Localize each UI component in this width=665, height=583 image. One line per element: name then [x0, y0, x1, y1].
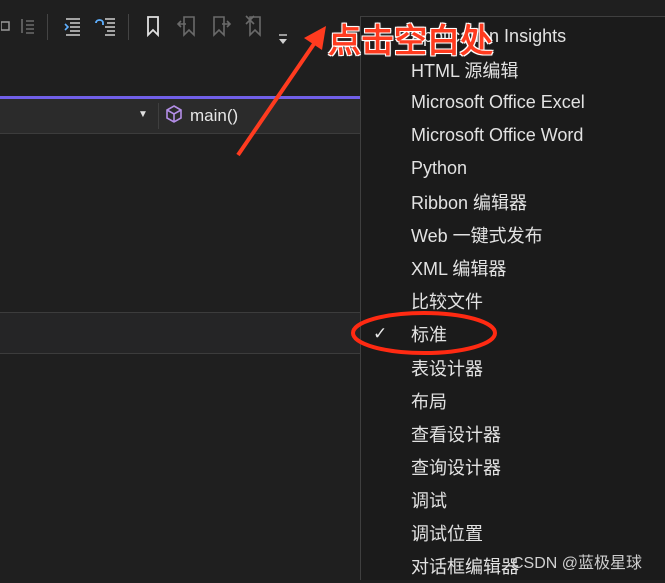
menu-item[interactable]: 查看设计器: [361, 417, 665, 450]
menu-item[interactable]: 比较文件: [361, 285, 665, 318]
annotation-text: 点击空白处: [328, 21, 493, 60]
menu-item-label: Microsoft Office Excel: [411, 92, 585, 113]
menu-item-label: Ribbon 编辑器: [411, 193, 528, 213]
comment-out-icon[interactable]: [0, 12, 12, 40]
menu-item-label: 对话框编辑器: [411, 557, 519, 578]
checkmark-icon: ✓: [373, 324, 388, 344]
watermark: CSDN @蓝极星球: [512, 555, 643, 572]
menu-item-label: 调试位置: [411, 524, 483, 544]
navigation-bar: ▼ main(): [0, 99, 360, 134]
overflow-dropdown-icon[interactable]: [276, 26, 290, 54]
menu-item[interactable]: Ribbon 编辑器: [361, 186, 665, 219]
menu-item-label: 标准: [411, 325, 447, 346]
navbar-separator: [158, 103, 159, 129]
menu-item[interactable]: Microsoft Office Excel: [361, 86, 665, 119]
next-bookmark-icon[interactable]: [208, 12, 234, 40]
scope-dropdown-arrow-icon[interactable]: ▼: [138, 109, 148, 120]
toolbar-separator: [47, 14, 48, 40]
menu-item[interactable]: Microsoft Office Word: [361, 119, 665, 152]
code-editor-area[interactable]: [0, 134, 360, 312]
menu-item[interactable]: XML 编辑器: [361, 252, 665, 285]
menu-item[interactable]: 查询设计器: [361, 450, 665, 483]
menu-item-label: Python: [411, 158, 468, 179]
menu-item[interactable]: 调试: [361, 483, 665, 516]
menu-item[interactable]: 布局: [361, 384, 665, 417]
prev-bookmark-icon[interactable]: [174, 12, 200, 40]
menu-item[interactable]: Python: [361, 152, 665, 185]
uncomment-icon[interactable]: [14, 12, 40, 40]
menu-item[interactable]: ✓ 标准: [361, 318, 665, 351]
menu-item[interactable]: 调试位置: [361, 517, 665, 550]
editor-toolbar: [0, 0, 360, 96]
function-name: main(): [190, 106, 239, 125]
bookmark-icon[interactable]: [140, 12, 166, 40]
menu-item-label: 调试: [411, 490, 447, 511]
menu-item[interactable]: Web 一键式发布: [361, 219, 665, 252]
menu-item-label: 比较文件: [411, 292, 483, 313]
outdent-icon[interactable]: [60, 12, 86, 40]
menu-item-label: Web 一键式发布: [411, 226, 543, 247]
menu-item-label: XML 编辑器: [411, 259, 507, 280]
menu-item-label: Microsoft Office Word: [411, 125, 584, 146]
function-dropdown[interactable]: main(): [164, 104, 238, 128]
clear-bookmarks-icon[interactable]: [242, 12, 268, 40]
panel-header: [0, 312, 360, 354]
menu-item-label: 查询设计器: [411, 457, 501, 478]
toolbars-context-menu: Application Insights HTML 源编辑 Microsoft Of…: [360, 16, 665, 580]
menu-item-label: 查看设计器: [411, 424, 501, 445]
menu-item-label: 布局: [411, 391, 447, 412]
menu-item[interactable]: 表设计器: [361, 351, 665, 384]
toolbar-separator: [128, 14, 129, 40]
menu-item-label: 表设计器: [411, 358, 483, 379]
format-icon[interactable]: [92, 12, 118, 40]
cube-icon: [164, 104, 184, 129]
lower-panel[interactable]: [0, 354, 360, 579]
